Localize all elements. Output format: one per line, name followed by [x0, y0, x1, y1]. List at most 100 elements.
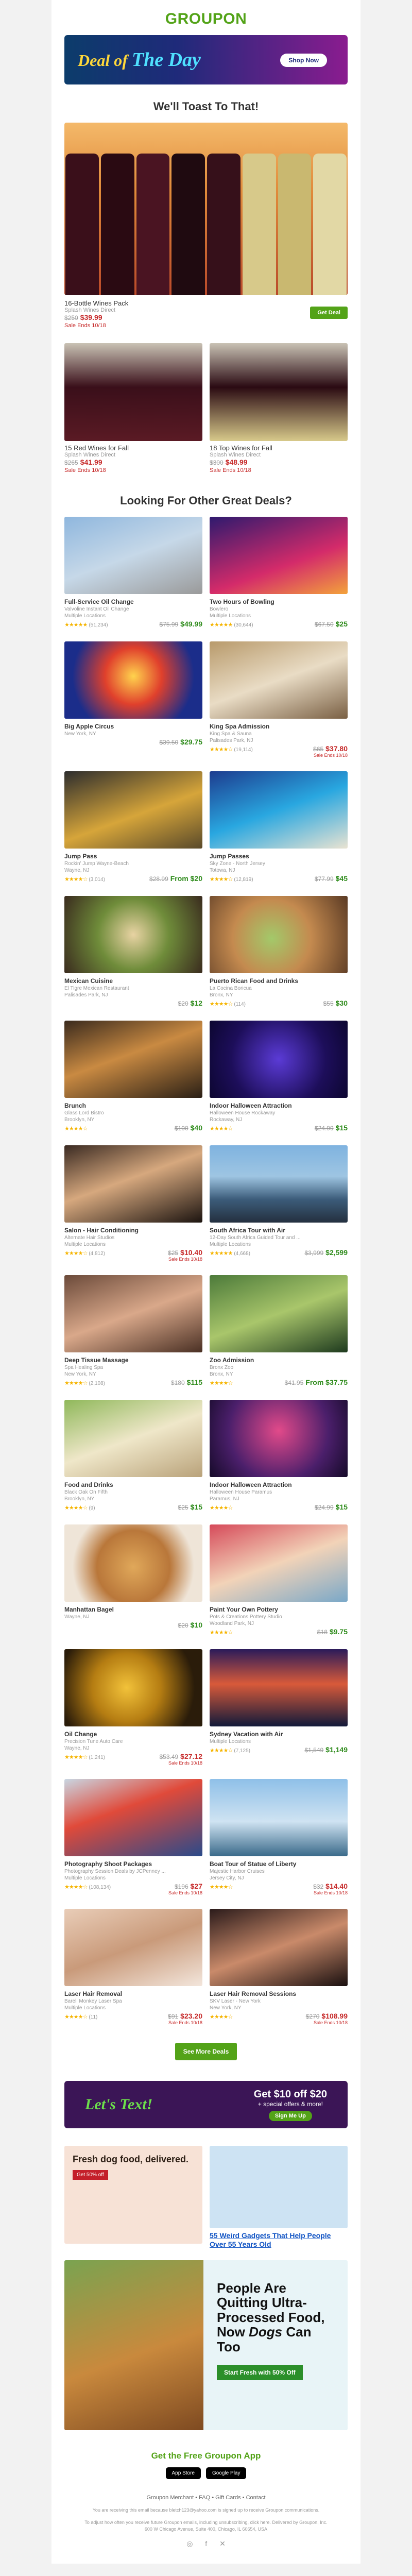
deal-card[interactable]: Zoo Admission Bronx Zoo Bronx, NY ★★★★☆ $41.… [210, 1275, 348, 1386]
deal-title[interactable]: Full-Service Oil Change [64, 598, 202, 605]
deal-image[interactable] [210, 896, 348, 973]
get-deal-button[interactable]: Get Deal [310, 307, 348, 319]
instagram-icon[interactable]: ◎ [186, 2539, 193, 2548]
deal-image[interactable] [64, 1649, 202, 1726]
lets-text-banner[interactable]: Let's Text! Get $10 off $20 + special of… [64, 2081, 348, 2128]
wine-deal-card[interactable]: 18 Top Wines for Fall Splash Wines Direc… [210, 343, 348, 473]
x-icon[interactable]: ✕ [219, 2539, 226, 2548]
sign-me-up-button[interactable]: Sign Me Up [268, 2110, 312, 2121]
gadgets-ad-image[interactable] [210, 2146, 348, 2228]
deal-card[interactable]: Manhattan Bagel Wayne, NJ $20 $10 [64, 1524, 202, 1636]
deal-image[interactable] [210, 1909, 348, 1986]
deal-card[interactable]: Laser Hair Removal Sessions SKV Laser - N… [210, 1909, 348, 2025]
deal-image[interactable] [64, 1145, 202, 1223]
deal-title[interactable]: Photography Shoot Packages [64, 1860, 202, 1868]
deal-title[interactable]: Indoor Halloween Attraction [210, 1102, 348, 1109]
deal-title[interactable]: Jump Pass [64, 853, 202, 860]
deal-title[interactable]: Puerto Rican Food and Drinks [210, 977, 348, 985]
google-play-button[interactable]: Google Play [206, 2467, 247, 2479]
deal-title[interactable]: Two Hours of Bowling [210, 598, 348, 605]
shop-now-button[interactable]: Shop Now [280, 54, 327, 67]
deal-card[interactable]: Indoor Halloween Attraction Halloween Hou… [210, 1400, 348, 1511]
deal-card[interactable]: Salon - Hair Conditioning Alternate Hair … [64, 1145, 202, 1262]
deal-image[interactable] [64, 517, 202, 594]
deal-image[interactable] [210, 1524, 348, 1602]
deal-image[interactable] [64, 1524, 202, 1602]
deal-card[interactable]: Boat Tour of Statue of Liberty Majestic H… [210, 1779, 348, 1895]
facebook-icon[interactable]: f [205, 2539, 207, 2548]
deal-card[interactable]: South Africa Tour with Air 12-Day South A… [210, 1145, 348, 1262]
wine-deal-title[interactable]: 15 Red Wines for Fall [64, 444, 202, 452]
deal-title[interactable]: Deep Tissue Massage [64, 1357, 202, 1364]
deal-image[interactable] [64, 1021, 202, 1098]
deal-title[interactable]: Big Apple Circus [64, 723, 202, 730]
gadgets-ad-link[interactable]: 55 Weird Gadgets That Help People Over 5… [210, 2231, 348, 2249]
deal-image[interactable] [210, 517, 348, 594]
deal-title[interactable]: Manhattan Bagel [64, 1606, 202, 1613]
deal-title[interactable]: Mexican Cuisine [64, 977, 202, 985]
groupon-logo[interactable]: GROUPON [52, 0, 360, 35]
deal-image[interactable] [64, 641, 202, 719]
deal-title[interactable]: Food and Drinks [64, 1481, 202, 1488]
deal-card[interactable]: Paint Your Own Pottery Pots & Creations P… [210, 1524, 348, 1636]
deal-title[interactable]: Indoor Halloween Attraction [210, 1481, 348, 1488]
dog-food-ad[interactable]: Fresh dog food, delivered. Get 50% off [64, 2146, 202, 2244]
deal-card[interactable]: Mexican Cuisine El Tigre Mexican Restaura… [64, 896, 202, 1007]
deal-card[interactable]: Brunch Glass Lord Bistro Brooklyn, NY ★★★★☆… [64, 1021, 202, 1132]
deal-title[interactable]: Salon - Hair Conditioning [64, 1227, 202, 1234]
dog-food-big-ad[interactable]: People Are Quitting Ultra-Processed Food… [64, 2260, 348, 2430]
big-ad-button[interactable]: Start Fresh with 50% Off [217, 2364, 303, 2380]
deal-card[interactable]: Jump Pass Rockin' Jump Wayne-Beach Wayne, … [64, 771, 202, 883]
app-store-button[interactable]: App Store [165, 2467, 201, 2479]
wine-deal-image[interactable] [64, 343, 202, 441]
deal-card[interactable]: Big Apple Circus New York, NY $39.50 $29.75 [64, 641, 202, 758]
deal-card[interactable]: Oil Change Precision Tune Auto Care Wayne,… [64, 1649, 202, 1766]
deal-image[interactable] [210, 1400, 348, 1477]
deal-title[interactable]: Laser Hair Removal [64, 1990, 202, 1997]
dog-food-ad-button[interactable]: Get 50% off [73, 2170, 108, 2180]
deal-image[interactable] [64, 1909, 202, 1986]
deal-image[interactable] [64, 896, 202, 973]
deal-title[interactable]: Boat Tour of Statue of Liberty [210, 1860, 348, 1868]
hero-wine-image[interactable] [64, 123, 348, 295]
deal-image[interactable] [64, 1275, 202, 1352]
deal-image[interactable] [64, 771, 202, 849]
deal-image[interactable] [64, 1779, 202, 1856]
deal-card[interactable]: Food and Drinks Black Oak On Fifth Brookly… [64, 1400, 202, 1511]
deal-title[interactable]: South Africa Tour with Air [210, 1227, 348, 1234]
deal-of-the-day-banner[interactable]: Deal of The Day Shop Now [64, 35, 348, 84]
deal-card[interactable]: Full-Service Oil Change Valvoline Instant… [64, 517, 202, 628]
deal-title[interactable]: Paint Your Own Pottery [210, 1606, 348, 1613]
wine-deal-card[interactable]: 15 Red Wines for Fall Splash Wines Direc… [64, 343, 202, 473]
deal-card[interactable]: Deep Tissue Massage Spa Healing Spa New Yo… [64, 1275, 202, 1386]
deal-card[interactable]: Puerto Rican Food and Drinks La Cocina Bo… [210, 896, 348, 1007]
deal-title[interactable]: Sydney Vacation with Air [210, 1731, 348, 1738]
deal-image[interactable] [210, 1779, 348, 1856]
footer-links[interactable]: Groupon Merchant • FAQ • Gift Cards • Co… [52, 2495, 360, 2501]
deal-card[interactable]: Two Hours of Bowling Bowlero Multiple Loca… [210, 517, 348, 628]
deal-title[interactable]: Brunch [64, 1102, 202, 1109]
deal-card[interactable]: Laser Hair Removal Bareli Monkey Laser Sp… [64, 1909, 202, 2025]
deal-card[interactable]: King Spa Admission King Spa & Sauna Palisa… [210, 641, 348, 758]
see-more-deals-button[interactable]: See More Deals [175, 2043, 237, 2060]
deal-image[interactable] [210, 771, 348, 849]
deal-image[interactable] [210, 1145, 348, 1223]
deal-title[interactable]: Laser Hair Removal Sessions [210, 1990, 348, 1997]
deal-image[interactable] [64, 1400, 202, 1477]
deal-image[interactable] [210, 1275, 348, 1352]
deal-image[interactable] [210, 1649, 348, 1726]
hero-title[interactable]: 16-Bottle Wines Pack [64, 299, 128, 307]
deal-card[interactable]: Photography Shoot Packages Photography Se… [64, 1779, 202, 1895]
deal-title[interactable]: Oil Change [64, 1731, 202, 1738]
deal-title[interactable]: Jump Passes [210, 853, 348, 860]
deal-card[interactable]: Sydney Vacation with Air Multiple Locatio… [210, 1649, 348, 1766]
deal-image[interactable] [210, 641, 348, 719]
deal-card[interactable]: Jump Passes Sky Zone - North Jersey Totowa… [210, 771, 348, 883]
deal-image[interactable] [210, 1021, 348, 1098]
deal-card[interactable]: Indoor Halloween Attraction Halloween Hou… [210, 1021, 348, 1132]
wine-deal-image[interactable] [210, 343, 348, 441]
deal-title[interactable]: Zoo Admission [210, 1357, 348, 1364]
wine-deal-title[interactable]: 18 Top Wines for Fall [210, 444, 348, 452]
deal-title[interactable]: King Spa Admission [210, 723, 348, 730]
gadgets-ad[interactable]: 55 Weird Gadgets That Help People Over 5… [210, 2146, 348, 2249]
